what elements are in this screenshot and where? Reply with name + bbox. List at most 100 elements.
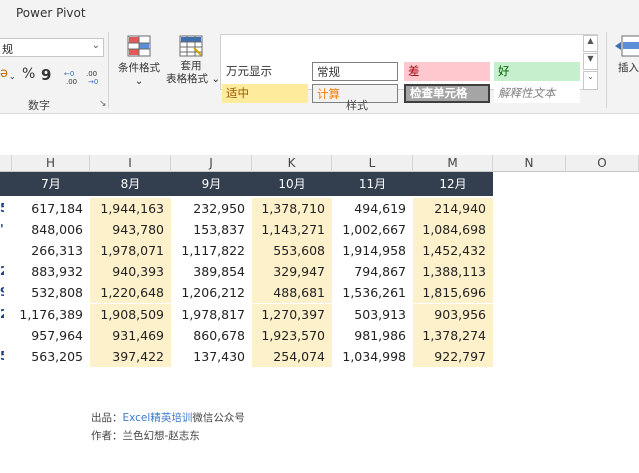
table-cell[interactable]: 1,143,271 bbox=[252, 219, 332, 241]
clipped-cell-edge[interactable]: ' bbox=[0, 219, 4, 240]
increase-decimal-button[interactable]: ←0 .00 bbox=[64, 69, 78, 87]
percent-button[interactable]: % bbox=[22, 66, 35, 82]
table-header-cell[interactable]: 12月 bbox=[413, 172, 493, 196]
author-name: 兰色幻想-赵志东 bbox=[122, 430, 200, 442]
svg-text:.00: .00 bbox=[66, 78, 77, 85]
table-cell[interactable]: 266,313 bbox=[12, 240, 90, 261]
table-cell[interactable]: 153,837 bbox=[171, 219, 252, 240]
table-header-cell[interactable]: 10月 bbox=[252, 172, 332, 196]
cell-style-option[interactable]: 解释性文本 bbox=[494, 84, 580, 103]
table-cell[interactable]: 389,854 bbox=[171, 261, 252, 282]
table-cell[interactable]: 1,536,261 bbox=[332, 282, 413, 303]
table-cell[interactable]: 503,913 bbox=[332, 304, 413, 325]
tab-power-pivot[interactable]: Power Pivot bbox=[16, 6, 86, 20]
table-cell[interactable]: 981,986 bbox=[332, 325, 413, 346]
table-cell[interactable]: 1,206,212 bbox=[171, 282, 252, 303]
conditional-format-button[interactable]: 条件格式 ⌄ bbox=[114, 34, 164, 88]
table-cell[interactable]: 553,608 bbox=[252, 240, 332, 262]
column-header[interactable]: L bbox=[332, 155, 413, 172]
table-cell[interactable]: 1,944,163 bbox=[90, 198, 171, 219]
table-cell[interactable]: 397,422 bbox=[90, 345, 171, 367]
insert-button[interactable]: 插入 bbox=[612, 34, 639, 75]
gallery-scroll-up[interactable]: ▲ bbox=[583, 35, 598, 52]
table-cell[interactable]: 794,867 bbox=[332, 261, 413, 282]
currency-button[interactable]: ə bbox=[0, 66, 8, 81]
table-cell[interactable]: 617,184 bbox=[12, 198, 90, 219]
decrease-decimal-button[interactable]: .00 →0 bbox=[86, 69, 100, 87]
table-cell[interactable]: 931,469 bbox=[90, 324, 171, 346]
table-cell[interactable]: 1,220,648 bbox=[90, 282, 171, 304]
table-cell[interactable]: 1,388,113 bbox=[413, 261, 493, 283]
table-cell[interactable]: 1,914,958 bbox=[332, 240, 413, 261]
table-cell[interactable]: 1,923,570 bbox=[252, 324, 332, 346]
number-format-dropdown[interactable]: 规 ⌄ bbox=[0, 38, 104, 57]
table-row: ' 848,006 943,780 153,837 1,143,271 1,002,667… bbox=[0, 219, 493, 241]
gallery-more-button[interactable]: ⌄ bbox=[583, 71, 598, 90]
column-header[interactable]: H bbox=[12, 155, 90, 172]
table-cell[interactable]: 137,430 bbox=[171, 346, 252, 367]
table-header-cell[interactable]: 9月 bbox=[171, 172, 252, 196]
clipped-cell-edge[interactable]: 5 bbox=[0, 346, 4, 367]
dialog-launcher-icon[interactable]: ↘ bbox=[99, 99, 107, 109]
column-header[interactable]: N bbox=[493, 155, 566, 172]
gallery-scroll-down[interactable]: ▼ bbox=[583, 53, 598, 70]
clipped-cell-edge[interactable]: 2 bbox=[0, 304, 4, 325]
table-cell[interactable]: 532,808 bbox=[12, 282, 90, 303]
table-cell[interactable]: 1,270,397 bbox=[252, 303, 332, 325]
column-header[interactable]: O bbox=[566, 155, 639, 172]
table-cell[interactable]: 254,074 bbox=[252, 345, 332, 367]
formula-bar-area bbox=[0, 115, 639, 147]
format-as-table-button[interactable]: 套用 表格格式 ⌄ bbox=[166, 34, 220, 86]
table-cell[interactable]: 940,393 bbox=[90, 261, 171, 283]
cell-style-option[interactable]: 常规 bbox=[312, 62, 398, 81]
clipped-cell-edge[interactable]: 9 bbox=[0, 282, 4, 303]
table-cell[interactable]: 1,452,432 bbox=[413, 240, 493, 262]
table-cell[interactable]: 1,978,071 bbox=[90, 240, 171, 262]
table-cell[interactable]: 860,678 bbox=[171, 325, 252, 346]
comma-style-button[interactable]: 9 bbox=[41, 66, 51, 84]
clipped-cell-edge[interactable] bbox=[0, 325, 4, 346]
column-header[interactable]: M bbox=[413, 155, 493, 172]
format-as-table-icon bbox=[179, 35, 203, 57]
clipped-cell-edge[interactable]: 5 bbox=[0, 198, 4, 219]
svg-text:.00: .00 bbox=[86, 70, 97, 78]
column-header[interactable]: K bbox=[252, 155, 332, 172]
table-cell[interactable]: 1,378,710 bbox=[252, 198, 332, 219]
table-cell[interactable]: 1,034,998 bbox=[332, 346, 413, 367]
table-cell[interactable]: 903,956 bbox=[413, 303, 493, 325]
clipped-cell-edge[interactable] bbox=[0, 240, 4, 261]
table-header-cell[interactable]: 11月 bbox=[332, 172, 413, 196]
cell-style-option[interactable]: 差 bbox=[404, 62, 490, 81]
column-header[interactable]: J bbox=[171, 155, 252, 172]
cell-style-option[interactable]: 好 bbox=[494, 62, 580, 81]
table-cell[interactable]: 1,002,667 bbox=[332, 219, 413, 240]
column-header[interactable]: I bbox=[90, 155, 171, 172]
table-cell[interactable]: 563,205 bbox=[12, 346, 90, 367]
table-cell[interactable]: 1,176,389 bbox=[12, 304, 90, 325]
table-cell[interactable]: 1,117,822 bbox=[171, 240, 252, 261]
table-cell[interactable]: 232,950 bbox=[171, 198, 252, 219]
cell-style-option[interactable]: 万元显示 bbox=[222, 62, 308, 81]
table-cell[interactable]: 883,932 bbox=[12, 261, 90, 282]
cell-style-option[interactable]: 适中 bbox=[222, 84, 308, 103]
table-cell[interactable]: 922,797 bbox=[413, 345, 493, 367]
table-cell[interactable]: 957,964 bbox=[12, 325, 90, 346]
table-cell[interactable]: 848,006 bbox=[12, 219, 90, 240]
table-header-cell[interactable]: 8月 bbox=[90, 172, 171, 196]
table-header-cell[interactable]: 7月 bbox=[12, 172, 90, 196]
table-cell[interactable]: 1,084,698 bbox=[413, 219, 493, 241]
chevron-down-icon[interactable]: ⌄ bbox=[9, 72, 16, 81]
table-cell[interactable]: 494,619 bbox=[332, 198, 413, 219]
column-header[interactable] bbox=[0, 155, 12, 172]
table-cell[interactable]: 1,378,274 bbox=[413, 324, 493, 346]
table-cell[interactable]: 1,978,817 bbox=[171, 304, 252, 325]
table-cell[interactable]: 943,780 bbox=[90, 219, 171, 241]
table-cell[interactable]: 1,908,509 bbox=[90, 303, 171, 325]
source-link[interactable]: Excel精英培训 bbox=[123, 412, 193, 424]
table-cell[interactable]: 214,940 bbox=[413, 198, 493, 219]
table-cell[interactable]: 488,681 bbox=[252, 282, 332, 304]
cell-style-option[interactable]: 检查单元格 bbox=[404, 84, 490, 103]
table-cell[interactable]: 329,947 bbox=[252, 261, 332, 283]
table-cell[interactable]: 1,815,696 bbox=[413, 282, 493, 304]
clipped-cell-edge[interactable]: 2 bbox=[0, 261, 4, 282]
